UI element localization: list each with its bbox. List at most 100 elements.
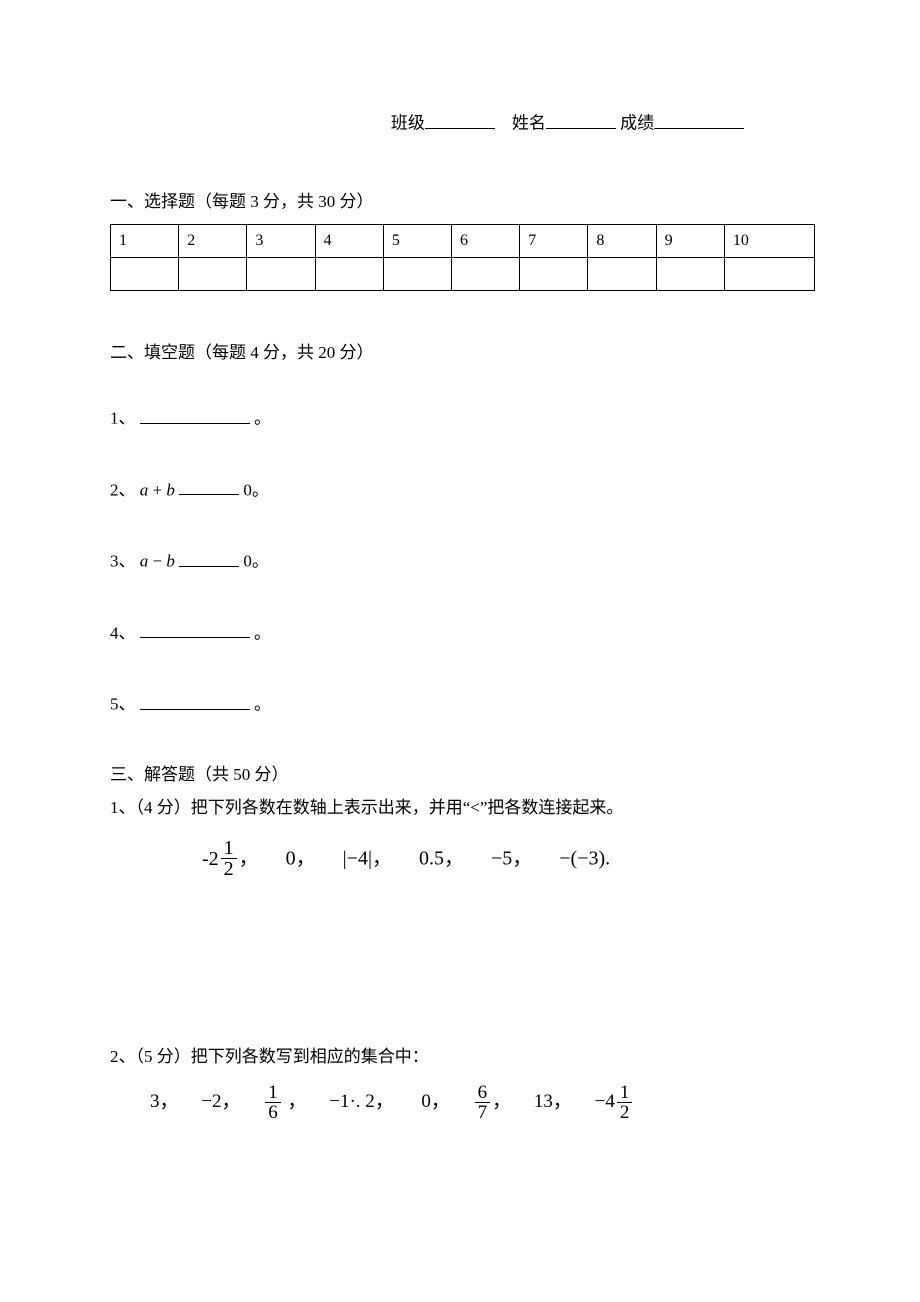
n-13: 13: [534, 1091, 553, 1112]
n-neg2: −2: [201, 1091, 221, 1112]
col-header: 3: [247, 225, 315, 258]
answer-grid: 1 2 3 4 5 6 7 8 9 10: [110, 224, 815, 291]
q2-pre: 2、: [110, 480, 140, 499]
neg-sign: -: [202, 845, 209, 873]
q1-suffix: 。: [254, 409, 271, 428]
score-blank[interactable]: [654, 110, 744, 129]
numerator: 6: [475, 1083, 491, 1102]
fraction: 1 2: [617, 1083, 633, 1122]
q2-blank[interactable]: [179, 477, 239, 496]
denominator: 2: [617, 1102, 633, 1122]
var-b: b: [166, 480, 175, 499]
col-header: 6: [452, 225, 520, 258]
num-neg-2-half: - 2 1 2: [202, 838, 239, 879]
neg-sign: −: [595, 1089, 606, 1116]
name-label: 姓名: [512, 114, 546, 133]
var-a: a: [140, 480, 149, 499]
name-blank[interactable]: [546, 110, 616, 129]
col-header: 1: [111, 225, 179, 258]
q4-suffix: 。: [254, 623, 271, 642]
sep: ，: [431, 1091, 450, 1112]
int-part: 2: [209, 845, 219, 873]
op-minus: −: [148, 552, 166, 571]
num-half: 0.5: [419, 848, 444, 870]
q3-blank[interactable]: [179, 548, 239, 567]
section1-heading: 一、选择题（每题 3 分，共 30 分）: [110, 190, 815, 214]
answer-cell[interactable]: [656, 258, 724, 291]
section3-heading: 三、解答题（共 50 分）: [110, 763, 815, 787]
s3-q1-numbers: - 2 1 2 ， 0， |−4|， 0.5， −5， −(−3).: [110, 838, 815, 879]
answer-cell[interactable]: [724, 258, 814, 291]
op-plus: +: [148, 480, 166, 499]
sep: ，: [288, 1091, 307, 1112]
numerator: 1: [265, 1083, 281, 1102]
sep: ，: [512, 848, 532, 870]
period: .: [605, 848, 610, 870]
sep: ，: [553, 1091, 572, 1112]
fill-q5: 5、 。: [110, 691, 815, 716]
numerator: 1: [221, 838, 237, 858]
q1-blank[interactable]: [140, 405, 250, 424]
n-neg1p2: −1·. 2: [329, 1091, 375, 1112]
col-header: 8: [588, 225, 656, 258]
fraction-6-7: 6 7: [475, 1083, 491, 1122]
numerator: 1: [617, 1083, 633, 1102]
answer-cell[interactable]: [452, 258, 520, 291]
q5-pre: 5、: [110, 695, 136, 714]
var-b: b: [166, 552, 175, 571]
col-header: 4: [315, 225, 383, 258]
fraction: 1 2: [221, 838, 237, 879]
col-header: 5: [383, 225, 451, 258]
n-3: 3: [150, 1091, 160, 1112]
q2-tail: 0。: [243, 480, 269, 499]
class-label: 班级: [391, 114, 425, 133]
col-header: 9: [656, 225, 724, 258]
answer-cell[interactable]: [247, 258, 315, 291]
s3-q1-text: 1、（4 分）把下列各数在数轴上表示出来，并用“<”把各数连接起来。: [110, 796, 815, 820]
table-row: [111, 258, 815, 291]
denominator: 7: [475, 1102, 491, 1122]
fill-q3: 3、 a − b 0。: [110, 548, 815, 573]
num-abs4: |−4|: [343, 848, 372, 870]
sep: ，: [372, 848, 392, 870]
num-zero: 0: [286, 848, 296, 870]
denominator: 2: [221, 858, 237, 879]
s3-q2-numbers: 3， −2， 1 6 ， −1·. 2， 0， 6 7 ， 13， − 4 1 …: [110, 1083, 815, 1122]
fill-q2: 2、 a + b 0。: [110, 477, 815, 502]
num-neg5: −5: [491, 848, 512, 870]
q3-tail: 0。: [243, 552, 269, 571]
answer-cell[interactable]: [588, 258, 656, 291]
fraction-1-6: 1 6: [265, 1083, 281, 1122]
answer-cell[interactable]: [179, 258, 247, 291]
col-header: 10: [724, 225, 814, 258]
sep: ，: [492, 1091, 511, 1112]
sep: ，: [160, 1091, 179, 1112]
q3-pre: 3、: [110, 552, 140, 571]
sep: ，: [444, 848, 464, 870]
section2-heading: 二、填空题（每题 4 分，共 20 分）: [110, 341, 815, 365]
q4-blank[interactable]: [140, 620, 250, 639]
answer-cell[interactable]: [315, 258, 383, 291]
s3-q2-text: 2、（5 分）把下列各数写到相应的集合中：: [110, 1045, 815, 1069]
table-row: 1 2 3 4 5 6 7 8 9 10: [111, 225, 815, 258]
sep: ，: [296, 848, 316, 870]
answer-cell[interactable]: [111, 258, 179, 291]
num-neg-4-half: − 4 1 2: [595, 1083, 635, 1122]
fill-q1: 1、 。: [110, 405, 815, 430]
answer-cell[interactable]: [383, 258, 451, 291]
fill-q4: 4、 。: [110, 620, 815, 645]
header-fields: 班级 姓名 成绩: [110, 110, 815, 135]
q1-pre: 1、: [110, 409, 136, 428]
num-negneg3: −(−3): [559, 848, 605, 870]
q4-pre: 4、: [110, 623, 136, 642]
sep: ，: [239, 848, 259, 870]
class-blank[interactable]: [425, 110, 495, 129]
col-header: 2: [179, 225, 247, 258]
answer-cell[interactable]: [520, 258, 588, 291]
n-0: 0: [421, 1091, 431, 1112]
q5-blank[interactable]: [140, 691, 250, 710]
var-a: a: [140, 552, 149, 571]
sep: ，: [375, 1091, 394, 1112]
q5-suffix: 。: [254, 695, 271, 714]
denominator: 6: [265, 1102, 281, 1122]
